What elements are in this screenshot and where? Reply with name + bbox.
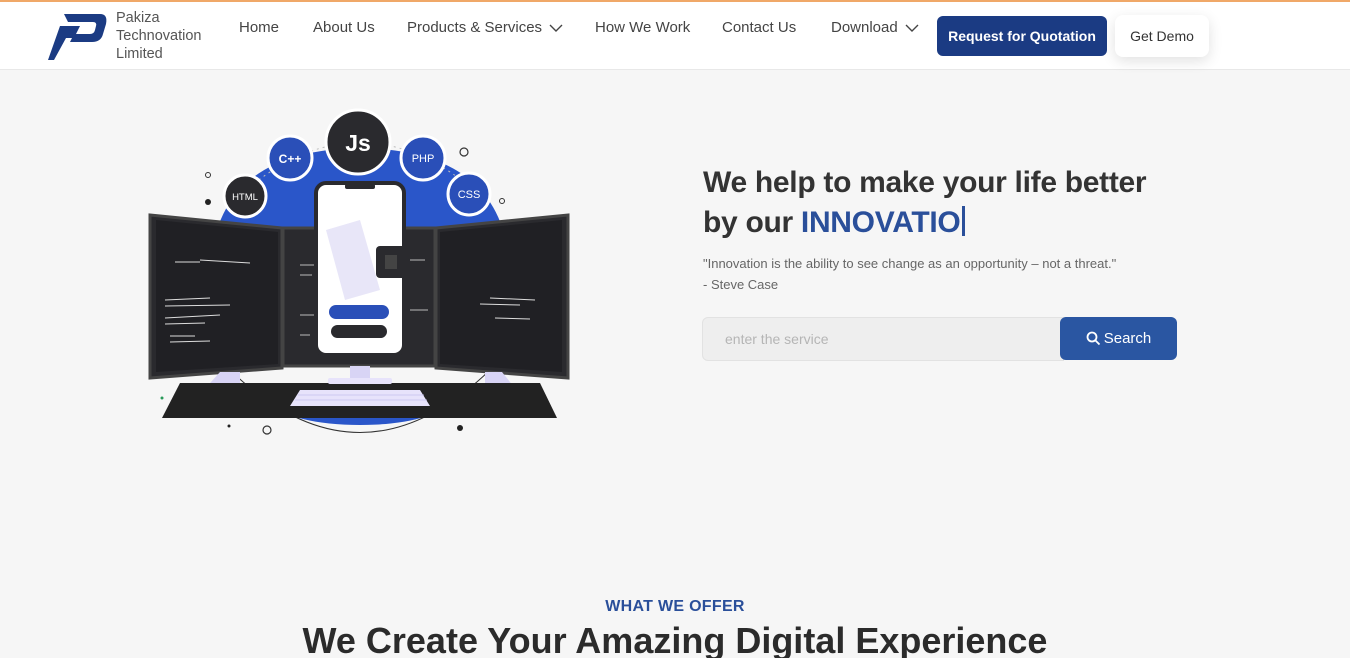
js-badge: Js bbox=[324, 108, 392, 176]
keyboard bbox=[290, 390, 430, 406]
nav-products-services[interactable]: Products & Services bbox=[407, 19, 563, 36]
section-label: WHAT WE OFFER bbox=[605, 598, 745, 615]
hero-quote: "Innovation is the ability to see change… bbox=[703, 253, 1116, 295]
company-name-line1: Pakiza bbox=[116, 10, 160, 26]
search-icon bbox=[1086, 331, 1100, 346]
nav-contact-us-label: Contact Us bbox=[722, 19, 797, 36]
cpp-badge-label: C++ bbox=[279, 152, 302, 166]
nav-how-we-work-label: How We Work bbox=[595, 19, 691, 36]
css-badge-label: CSS bbox=[458, 189, 481, 201]
hero-title-prefix: by our bbox=[703, 206, 801, 239]
company-name[interactable]: Pakiza Technovation Limited bbox=[116, 9, 201, 63]
nav-download-label: Download bbox=[831, 19, 898, 36]
request-quotation-button[interactable]: Request for Quotation bbox=[937, 16, 1107, 56]
developer-workstation-illustration: Js C++ PHP HTML CSS bbox=[148, 108, 570, 435]
company-name-line3: Limited bbox=[116, 46, 163, 62]
nav-products-services-label: Products & Services bbox=[407, 19, 543, 36]
html-badge: HTML bbox=[222, 173, 268, 219]
hero-title-line1: We help to make your life better bbox=[703, 166, 1147, 199]
quote-author: - Steve Case bbox=[703, 277, 779, 292]
get-demo-button[interactable]: Get Demo bbox=[1115, 15, 1209, 57]
nav-about-us[interactable]: About Us bbox=[313, 19, 375, 36]
site-header: Pakiza Technovation Limited Home About U… bbox=[0, 2, 1350, 70]
typing-cursor bbox=[962, 206, 966, 236]
nav-home[interactable]: Home bbox=[239, 19, 279, 36]
company-logo-icon[interactable] bbox=[46, 10, 108, 62]
nav-how-we-work[interactable]: How We Work bbox=[595, 19, 690, 36]
search-button[interactable]: Search bbox=[1060, 317, 1177, 360]
nav-download[interactable]: Download bbox=[831, 19, 919, 36]
service-search-input[interactable] bbox=[702, 317, 1064, 361]
css-badge: CSS bbox=[446, 171, 492, 217]
cpp-badge: C++ bbox=[266, 134, 314, 182]
search-button-label: Search bbox=[1103, 330, 1152, 347]
php-badge-label: PHP bbox=[412, 153, 435, 165]
nav-home-label: Home bbox=[239, 19, 280, 36]
hero-title: We help to make your life better by our … bbox=[703, 163, 1263, 243]
php-badge: PHP bbox=[399, 134, 447, 182]
quote-text: "Innovation is the ability to see change… bbox=[703, 256, 1117, 271]
nav-contact-us[interactable]: Contact Us bbox=[722, 19, 796, 36]
hero-title-accent: INNOVATIO bbox=[800, 206, 961, 239]
section-title: We Create Your Amazing Digital Experienc… bbox=[302, 620, 1048, 658]
company-name-line2: Technovation bbox=[116, 28, 202, 44]
chevron-down-icon bbox=[905, 24, 919, 32]
js-badge-label: Js bbox=[345, 130, 371, 156]
nav-about-us-label: About Us bbox=[313, 19, 375, 36]
chevron-down-icon bbox=[549, 24, 563, 32]
html-badge-label: HTML bbox=[232, 192, 258, 203]
